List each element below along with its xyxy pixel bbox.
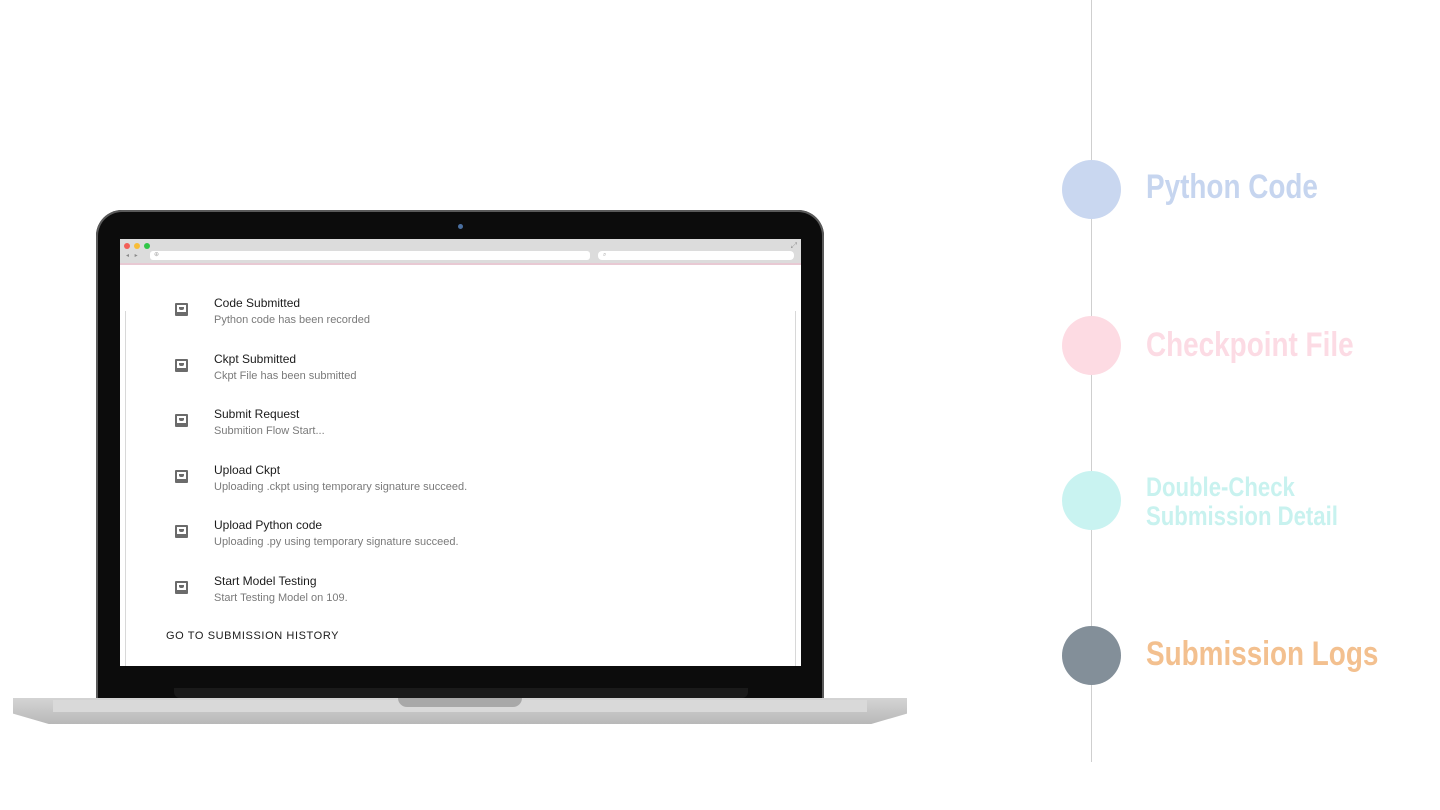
log-item: Upload Python code Uploading .py using t…: [166, 516, 766, 572]
timeline-step-submission-detail: Submission Detail: [1146, 501, 1338, 531]
back-forward-icon[interactable]: ◂ ▸: [126, 252, 140, 259]
submission-log-list: Code Submitted Python code has been reco…: [166, 294, 766, 628]
page-border: [795, 311, 796, 666]
log-item: Start Model Testing Start Testing Model …: [166, 572, 766, 628]
maximize-window-dot-icon[interactable]: [144, 243, 150, 249]
address-bar[interactable]: ⊕: [150, 251, 590, 260]
log-description: Start Testing Model on 109.: [214, 591, 348, 604]
fullscreen-icon[interactable]: ⤢: [791, 241, 797, 251]
log-item: Submit Request Submition Flow Start...: [166, 405, 766, 461]
slide: ◂ ▸ ⊕ ⌕ ⤢ Code Submitted Python code has…: [0, 0, 1440, 810]
log-description: Uploading .py using temporary signature …: [214, 536, 459, 549]
inbox-icon: [175, 303, 188, 316]
log-item: Upload Ckpt Uploading .ckpt using tempor…: [166, 461, 766, 517]
laptop-notch: [398, 698, 522, 707]
log-description: Uploading .ckpt using temporary signatur…: [214, 480, 468, 493]
inbox-icon: [175, 358, 188, 372]
timeline-step-submission-logs: Submission Logs: [1146, 635, 1379, 673]
timeline-step-dot: [1062, 471, 1121, 530]
camera-icon: [458, 224, 463, 229]
log-title: Start Model Testing: [214, 573, 317, 588]
log-title: Upload Python code: [214, 518, 323, 533]
laptop-hinge: [174, 688, 748, 698]
timeline-step-dot: [1062, 316, 1121, 375]
browser-toolbar: ◂ ▸ ⊕ ⌕ ⤢: [120, 239, 801, 265]
inbox-icon: [175, 580, 188, 594]
timeline-step-python-code: Python Code: [1146, 168, 1318, 206]
inbox-icon: [175, 525, 188, 539]
browser-search-input[interactable]: ⌕: [598, 251, 794, 260]
submission-history-link[interactable]: GO TO SUBMISSION HISTORY: [166, 630, 339, 642]
timeline-step-checkpoint-file: Checkpoint File: [1146, 326, 1354, 364]
log-title: Code Submitted: [214, 296, 301, 310]
log-description: Ckpt File has been submitted: [214, 369, 357, 382]
log-description: Submition Flow Start...: [214, 425, 325, 438]
log-title: Upload Ckpt: [214, 462, 281, 477]
log-description: Python code has been recorded: [214, 314, 370, 326]
log-item: Code Submitted Python code has been reco…: [166, 294, 766, 350]
inbox-icon: [175, 469, 188, 483]
laptop-screen: ◂ ▸ ⊕ ⌕ ⤢ Code Submitted Python code has…: [120, 239, 801, 666]
timeline-step-double-check: Double-Check: [1146, 472, 1295, 502]
timeline-step-dot: [1062, 626, 1121, 685]
timeline-step-dot: [1062, 160, 1121, 219]
minimize-window-dot-icon[interactable]: [134, 243, 140, 249]
close-window-dot-icon[interactable]: [124, 243, 130, 249]
log-title: Submit Request: [214, 407, 300, 422]
inbox-icon: [175, 414, 188, 428]
log-item: Ckpt Submitted Ckpt File has been submit…: [166, 350, 766, 406]
log-title: Ckpt Submitted: [214, 351, 297, 366]
page-border: [125, 311, 126, 666]
